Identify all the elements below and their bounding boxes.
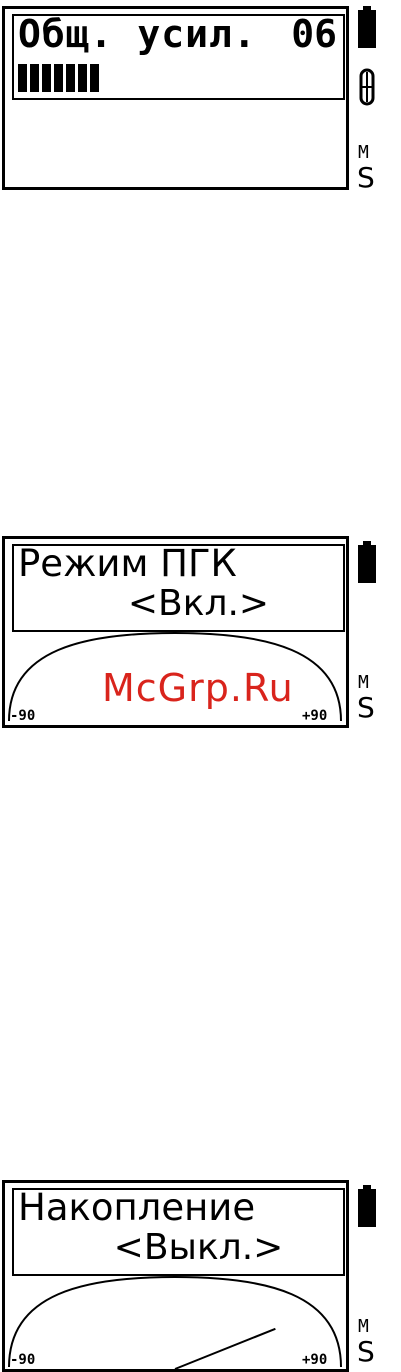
menu-box: Режим ПГК <Вкл.> xyxy=(12,542,345,632)
menu-option: <Вкл.> xyxy=(127,583,270,624)
level-segment xyxy=(54,64,63,92)
mode-m-indicator: M xyxy=(358,1316,369,1337)
status-column: M S xyxy=(354,536,394,728)
dial-needle xyxy=(174,1327,276,1370)
angle-dial xyxy=(8,1275,342,1370)
menu-option: <Выкл.> xyxy=(113,1227,284,1268)
mode-s-indicator: S xyxy=(357,1335,375,1368)
microphone-icon xyxy=(359,68,375,106)
gain-level-bar xyxy=(18,64,99,92)
dial-max-label: +90 xyxy=(302,1352,328,1368)
lcd-frame: Накопление <Выкл.> -90 +90 xyxy=(2,1180,349,1372)
battery-icon xyxy=(358,1189,376,1227)
dial-max-label: +90 xyxy=(302,708,328,724)
dial-min-label: -90 xyxy=(10,1352,36,1368)
menu-title: Накопление xyxy=(18,1186,256,1229)
level-segment xyxy=(90,64,99,92)
lcd-frame: Общ. усил. 06 xyxy=(2,6,349,190)
menu-box: Общ. усил. 06 xyxy=(12,12,345,100)
menu-box: Накопление <Выкл.> xyxy=(12,1186,345,1276)
level-segment xyxy=(78,64,87,92)
status-column: M S xyxy=(354,6,394,196)
battery-icon xyxy=(358,10,376,48)
level-segment xyxy=(18,64,27,92)
mode-s-indicator: S xyxy=(357,161,375,194)
mode-m-indicator: M xyxy=(358,142,369,163)
battery-icon xyxy=(358,545,376,583)
status-column: M S xyxy=(354,1180,394,1372)
watermark-text: McGrp.Ru xyxy=(102,666,294,710)
level-segment xyxy=(30,64,39,92)
level-segment xyxy=(42,64,51,92)
menu-title: Режим ПГК xyxy=(18,542,237,585)
mode-m-indicator: M xyxy=(358,672,369,693)
level-segment xyxy=(66,64,75,92)
screen-gain: Общ. усил. 06 M S xyxy=(0,6,401,196)
menu-title: Общ. усил. xyxy=(18,12,257,56)
gain-value: 06 xyxy=(291,12,337,56)
dial-min-label: -90 xyxy=(10,708,36,724)
mode-s-indicator: S xyxy=(357,691,375,724)
screen-accumulation: Накопление <Выкл.> -90 +90 M S xyxy=(0,1180,401,1372)
